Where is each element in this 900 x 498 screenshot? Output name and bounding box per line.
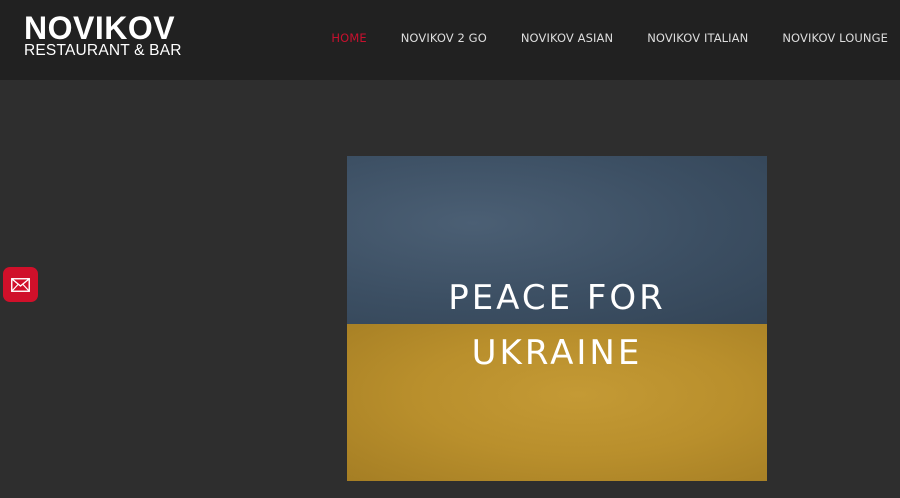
envelope-icon <box>11 277 30 292</box>
nav-item-novikov-lounge[interactable]: NOVIKOV LOUNGE <box>782 31 888 45</box>
nav-item-home[interactable]: HOME <box>331 31 366 45</box>
contact-mail-button[interactable] <box>3 267 38 302</box>
nav-item-novikov-asian[interactable]: NOVIKOV ASIAN <box>521 31 613 45</box>
logo-name: NOVIKOV <box>24 10 176 46</box>
banner-line-2: UKRAINE <box>471 333 643 373</box>
logo-tagline: RESTAURANT & BAR <box>24 42 182 59</box>
logo-link[interactable]: NOVIKOV RESTAURANT & BAR <box>24 10 182 59</box>
main-nav: HOME NOVIKOV 2 GO NOVIKOV ASIAN NOVIKOV … <box>297 31 888 45</box>
nav-item-novikov-italian[interactable]: NOVIKOV ITALIAN <box>647 31 748 45</box>
site-header: NOVIKOV RESTAURANT & BAR HOME NOVIKOV 2 … <box>0 0 900 80</box>
peace-for-ukraine-banner: PEACE FOR UKRAINE <box>347 156 767 481</box>
banner-line-1: PEACE FOR <box>448 278 666 318</box>
nav-item-novikov-2-go[interactable]: NOVIKOV 2 GO <box>401 31 487 45</box>
